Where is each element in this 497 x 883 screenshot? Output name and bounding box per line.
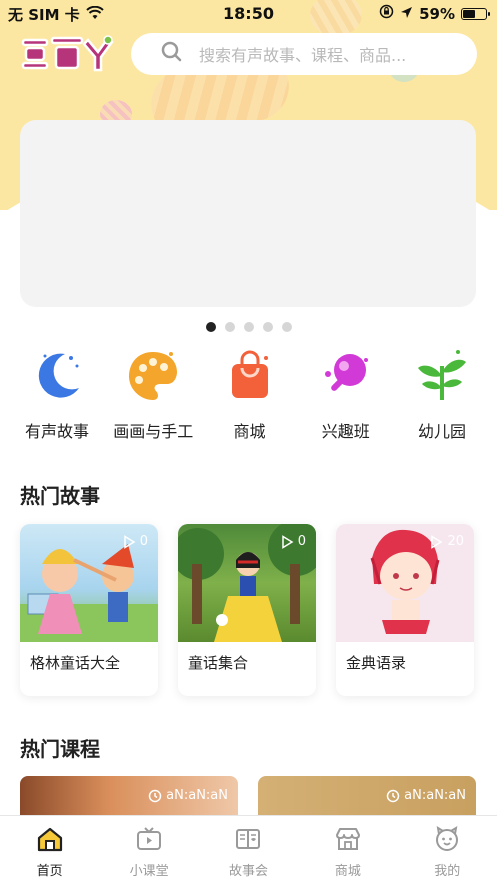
play-count: 0 xyxy=(122,534,148,549)
play-icon xyxy=(431,534,443,549)
category-drawing-crafts[interactable]: 画画与手工 xyxy=(108,344,198,444)
story-cover-image: 20 xyxy=(336,524,474,642)
moon-icon xyxy=(25,344,89,408)
category-label: 有声故事 xyxy=(24,422,89,441)
category-kindergarten[interactable]: 幼儿园 xyxy=(397,344,487,444)
tab-shop[interactable]: 商城 xyxy=(308,826,388,883)
play-count-value: 0 xyxy=(297,534,306,549)
play-count-value: 0 xyxy=(139,534,148,549)
banner-carousel[interactable] xyxy=(20,120,476,307)
battery-icon xyxy=(461,7,490,20)
status-bar: 无 SIM 卡 18:50 59% xyxy=(0,0,497,26)
category-shop[interactable]: 商城 xyxy=(205,344,295,444)
play-count-value: 20 xyxy=(447,534,464,549)
carousel-dot[interactable] xyxy=(205,322,216,332)
tab-classroom[interactable]: 小课堂 xyxy=(109,826,189,883)
battery-percent: 59% xyxy=(419,4,455,23)
category-label: 幼儿园 xyxy=(417,422,466,441)
carousel-dot[interactable] xyxy=(243,322,254,332)
app-logo xyxy=(20,30,116,76)
tab-profile[interactable]: 我的 xyxy=(407,826,487,883)
story-title: 童话集合 xyxy=(188,654,249,672)
course-duration: aN:aN:aN xyxy=(148,788,228,803)
story-card[interactable]: 0 格林童话大全 xyxy=(20,524,158,696)
story-card[interactable]: 20 金典语录 xyxy=(336,524,474,696)
play-icon xyxy=(123,534,136,549)
tab-label: 商城 xyxy=(334,864,361,879)
tab-label: 故事会 xyxy=(228,864,268,879)
story-card[interactable]: 0 童话集合 xyxy=(178,524,316,696)
search-placeholder: 搜索有声故事、课程、商品... xyxy=(199,46,407,65)
carousel-dots xyxy=(0,322,497,332)
tab-label: 我的 xyxy=(434,864,461,879)
book-icon xyxy=(234,826,262,856)
section-title-hot-courses: 热门课程 xyxy=(20,737,100,761)
rotation-lock-icon xyxy=(379,4,394,23)
category-label: 兴趣班 xyxy=(321,422,370,441)
story-cover-image: 0 xyxy=(178,524,316,642)
story-title: 金典语录 xyxy=(346,654,407,672)
carousel-dot[interactable] xyxy=(262,322,273,332)
location-icon xyxy=(400,5,413,23)
category-label: 画画与手工 xyxy=(113,422,194,441)
shopping-bag-icon xyxy=(218,344,282,408)
search-icon xyxy=(161,41,199,67)
home-icon xyxy=(36,826,64,856)
play-count: 20 xyxy=(429,534,464,549)
clock-icon xyxy=(386,789,400,802)
category-interest-class[interactable]: 兴趣班 xyxy=(301,344,391,444)
hot-stories-list: 0 格林童话大全 0 童话集合 20 金典语录 xyxy=(20,524,474,696)
palette-icon xyxy=(121,344,185,408)
tab-label: 首页 xyxy=(36,864,63,879)
tv-icon xyxy=(135,826,163,856)
carousel-dot[interactable] xyxy=(224,322,235,332)
store-icon xyxy=(334,826,362,856)
story-cover-image: 0 xyxy=(20,524,158,642)
bottom-tab-bar: 首页 小课堂 故事会 商城 我的 xyxy=(0,815,497,883)
category-label: 商城 xyxy=(233,422,266,441)
section-title-hot-stories: 热门故事 xyxy=(20,484,100,508)
tab-stories[interactable]: 故事会 xyxy=(208,826,288,883)
course-duration-value: aN:aN:aN xyxy=(166,788,228,803)
clock-icon xyxy=(148,789,162,802)
course-duration: aN:aN:aN xyxy=(386,788,466,803)
search-input[interactable]: 搜索有声故事、课程、商品... xyxy=(131,33,477,75)
play-count: 0 xyxy=(280,534,306,549)
category-audio-stories[interactable]: 有声故事 xyxy=(12,344,102,444)
ping-pong-icon xyxy=(314,344,378,408)
tab-home[interactable]: 首页 xyxy=(10,826,90,883)
story-title: 格林童话大全 xyxy=(30,654,121,672)
carousel-dot[interactable] xyxy=(281,322,292,332)
course-duration-value: aN:aN:aN xyxy=(404,788,466,803)
category-nav: 有声故事 画画与手工 商城 兴趣班 幼儿园 xyxy=(0,344,497,444)
tab-label: 小课堂 xyxy=(129,864,169,879)
play-icon xyxy=(281,534,294,549)
face-icon xyxy=(433,826,461,856)
sprout-icon xyxy=(410,344,474,408)
